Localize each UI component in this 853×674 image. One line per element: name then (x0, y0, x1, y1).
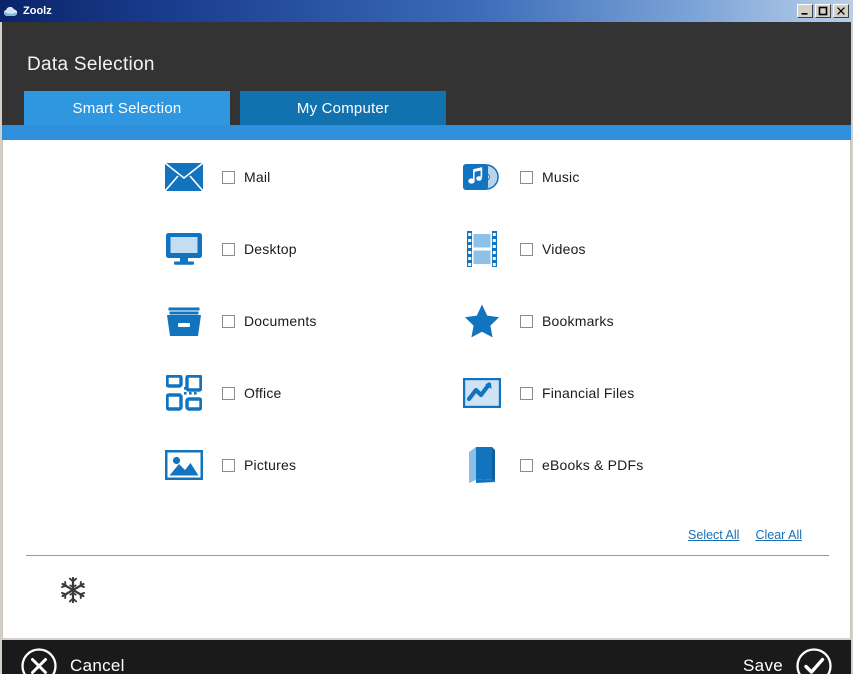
selection-item-label: Desktop (244, 241, 297, 257)
accent-strip (2, 125, 851, 140)
bookmarks-icon (461, 300, 503, 342)
checkbox-office[interactable]: Office (222, 385, 282, 401)
checkbox-bookmarks[interactable]: Bookmarks (520, 313, 614, 329)
selection-item-label: Music (542, 169, 580, 185)
window-titlebar: Zoolz (0, 0, 853, 22)
selection-item-bookmarks[interactable]: Bookmarks (461, 299, 614, 343)
documents-icon (163, 300, 205, 342)
selection-grid: Mail Music Desktop Videos Documents Book… (3, 140, 852, 520)
selection-item-label: Pictures (244, 457, 297, 473)
maximize-button[interactable] (815, 4, 831, 18)
checkbox-financial-files[interactable]: Financial Files (520, 385, 634, 401)
videos-icon (461, 228, 503, 270)
close-button[interactable] (833, 4, 849, 18)
selection-item-label: Bookmarks (542, 313, 614, 329)
pictures-icon (163, 444, 205, 486)
save-label: Save (743, 656, 783, 674)
selection-item-mail[interactable]: Mail (163, 155, 270, 199)
selection-panel: Mail Music Desktop Videos Documents Book… (2, 140, 851, 638)
checkbox-documents[interactable]: Documents (222, 313, 317, 329)
checkbox-music[interactable]: Music (520, 169, 580, 185)
check-circle-icon (795, 647, 833, 674)
selection-actions: Select All Clear All (688, 528, 802, 542)
x-circle-icon (20, 647, 58, 674)
zoolz-window: Zoolz Data Selection File Filters Smart … (0, 0, 853, 674)
tab-my-computer-label: My Computer (296, 100, 390, 117)
checkbox-box[interactable] (222, 458, 235, 472)
checkbox-box[interactable] (222, 170, 235, 184)
tab-my-computer[interactable]: My Computer (240, 91, 446, 126)
cancel-button[interactable]: Cancel (20, 647, 125, 674)
checkbox-box[interactable] (222, 386, 235, 400)
checkbox-box[interactable] (520, 458, 533, 472)
ebooks-icon (461, 444, 503, 486)
checkbox-desktop[interactable]: Desktop (222, 241, 297, 257)
checkbox-box[interactable] (520, 314, 533, 328)
snowflake-icon (58, 575, 88, 605)
window-title: Zoolz (23, 5, 52, 17)
checkbox-pictures[interactable]: Pictures (222, 457, 296, 473)
checkbox-box[interactable] (222, 314, 235, 328)
selection-item-label: Documents (244, 313, 317, 329)
selection-item-financial-files[interactable]: Financial Files (461, 371, 634, 415)
selection-item-videos[interactable]: Videos (461, 227, 586, 271)
selection-item-desktop[interactable]: Desktop (163, 227, 297, 271)
cancel-label: Cancel (70, 656, 125, 674)
checkbox-box[interactable] (222, 242, 235, 256)
divider (26, 555, 829, 556)
financial-icon (461, 372, 503, 414)
selection-item-label: eBooks & PDFs (542, 457, 644, 473)
selection-item-ebooks-pdfs[interactable]: eBooks & PDFs (461, 443, 643, 487)
cloud-icon (3, 3, 19, 19)
selection-item-label: Financial Files (542, 385, 635, 401)
selection-item-label: Office (244, 385, 282, 401)
checkbox-box[interactable] (520, 170, 533, 184)
select-all-link[interactable]: Select All (688, 528, 739, 542)
checkbox-box[interactable] (520, 242, 533, 256)
checkbox-box[interactable] (520, 386, 533, 400)
dialog-footer: Cancel Save (2, 640, 851, 674)
selection-item-label: Mail (244, 169, 271, 185)
desktop-icon (163, 228, 205, 270)
selection-item-documents[interactable]: Documents (163, 299, 317, 343)
page-title: Data Selection (27, 54, 155, 75)
storage-section: 24.75 MB/50 GB (0 new items) Buy more st… (3, 565, 852, 625)
window-body: Data Selection File Filters Smart Select… (0, 22, 853, 674)
tab-strip: Smart Selection My Computer (2, 91, 851, 126)
selection-item-music[interactable]: Music (461, 155, 580, 199)
clear-all-link[interactable]: Clear All (755, 528, 802, 542)
selection-item-pictures[interactable]: Pictures (163, 443, 296, 487)
save-button[interactable]: Save (743, 647, 833, 674)
selection-item-office[interactable]: Office (163, 371, 282, 415)
window-controls (797, 4, 851, 18)
office-icon (163, 372, 205, 414)
music-icon (461, 156, 503, 198)
tab-smart-selection[interactable]: Smart Selection (24, 91, 230, 126)
minimize-button[interactable] (797, 4, 813, 18)
selection-item-label: Videos (542, 241, 586, 257)
tab-smart-selection-label: Smart Selection (72, 100, 182, 117)
checkbox-ebooks-pdfs[interactable]: eBooks & PDFs (520, 457, 643, 473)
checkbox-videos[interactable]: Videos (520, 241, 586, 257)
checkbox-mail[interactable]: Mail (222, 169, 270, 185)
mail-icon (163, 156, 205, 198)
